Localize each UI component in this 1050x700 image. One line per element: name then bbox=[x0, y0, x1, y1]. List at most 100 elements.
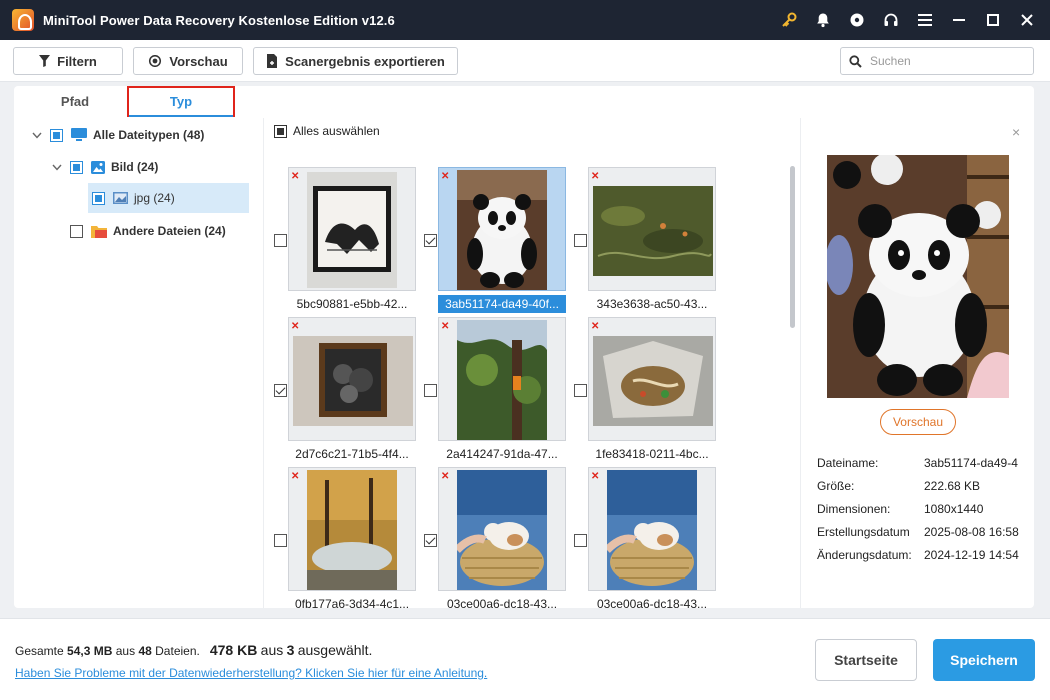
file-checkbox[interactable] bbox=[274, 234, 287, 247]
thumbnail-image bbox=[593, 186, 713, 276]
thumbnail[interactable]: ✕ bbox=[438, 467, 566, 591]
property-row: Dateiname: 3ab51174-da49-4 bbox=[817, 456, 1032, 472]
thumbnail[interactable]: ✕ bbox=[588, 167, 716, 291]
property-value: 3ab51174-da49-4 bbox=[924, 456, 1018, 470]
file-name: 3ab51174-da49-40f... bbox=[438, 295, 566, 313]
select-all-checkbox[interactable] bbox=[274, 124, 287, 138]
tree-item-label: Andere Dateien (24) bbox=[113, 224, 226, 238]
file-tile[interactable]: ✕ 0fb177a6-3d34-4c1... bbox=[274, 467, 424, 617]
preview-button[interactable]: Vorschau bbox=[133, 47, 243, 75]
disc-icon[interactable] bbox=[840, 0, 874, 40]
tab-path[interactable]: Pfad bbox=[34, 86, 116, 118]
close-preview-icon[interactable]: × bbox=[1012, 124, 1020, 140]
app-title: MiniTool Power Data Recovery Kostenlose … bbox=[43, 12, 395, 28]
tree-item-images[interactable]: Bild (24) bbox=[50, 152, 158, 182]
summary-text: Gesamte bbox=[15, 644, 64, 658]
thumbnail[interactable]: ✕ bbox=[288, 467, 416, 591]
key-icon[interactable] bbox=[772, 0, 806, 40]
file-checkbox[interactable] bbox=[574, 234, 587, 247]
tab-type[interactable]: Typ bbox=[127, 86, 235, 117]
eye-icon bbox=[149, 55, 162, 67]
checkbox[interactable] bbox=[92, 191, 105, 205]
file-checkbox[interactable] bbox=[274, 534, 287, 547]
file-checkbox[interactable] bbox=[574, 384, 587, 397]
property-key: Dimensionen: bbox=[817, 502, 891, 516]
select-all[interactable]: Alles auswählen bbox=[274, 124, 380, 138]
search-box[interactable] bbox=[840, 47, 1034, 75]
checkbox[interactable] bbox=[50, 128, 63, 142]
search-input[interactable] bbox=[870, 54, 1020, 68]
chevron-down-icon[interactable] bbox=[30, 132, 44, 139]
menu-icon[interactable] bbox=[908, 0, 942, 40]
file-checkbox[interactable] bbox=[424, 384, 437, 397]
title-bar: MiniTool Power Data Recovery Kostenlose … bbox=[0, 0, 1050, 40]
property-key: Änderungsdatum: bbox=[817, 548, 912, 562]
headset-icon[interactable] bbox=[874, 0, 908, 40]
total-count: 48 bbox=[138, 644, 152, 658]
file-tile[interactable]: ✕ 03ce00a6-dc18-43... bbox=[424, 467, 574, 617]
deleted-mark-icon: ✕ bbox=[291, 321, 300, 332]
thumbnail[interactable]: ✕ bbox=[588, 467, 716, 591]
thumbnail-image bbox=[593, 336, 713, 426]
thumbnail[interactable]: ✕ bbox=[588, 317, 716, 441]
view-tabs: Pfad Typ bbox=[14, 86, 264, 118]
property-value: 222.68 KB bbox=[924, 479, 981, 493]
property-key: Erstellungsdatum bbox=[817, 525, 910, 539]
thumbnail-image bbox=[457, 170, 547, 290]
file-tile[interactable]: ✕ 2a414247-91da-47... bbox=[424, 317, 574, 467]
preview-open-button[interactable]: Vorschau bbox=[880, 409, 956, 435]
file-checkbox[interactable] bbox=[424, 234, 437, 247]
save-button[interactable]: Speichern bbox=[933, 639, 1035, 681]
total-size: 54,3 MB bbox=[67, 644, 113, 658]
deleted-mark-icon: ✕ bbox=[591, 321, 600, 332]
preview-label: Vorschau bbox=[169, 53, 228, 69]
file-name: 2d7c6c21-71b5-4f4... bbox=[295, 447, 409, 461]
close-icon[interactable] bbox=[1010, 0, 1044, 40]
file-tile[interactable]: ✕ 343e3638-ac50-43... bbox=[574, 167, 724, 317]
folder-icon bbox=[91, 225, 107, 238]
property-row: Erstellungsdatum 2025-08-08 16:58 bbox=[817, 525, 1032, 541]
select-all-label: Alles auswählen bbox=[293, 124, 380, 138]
thumbnail[interactable]: ✕ bbox=[288, 167, 416, 291]
file-tile[interactable]: ✕ 5bc90881-e5bb-42... bbox=[274, 167, 424, 317]
tree-item-label: Bild (24) bbox=[111, 160, 159, 174]
thumbnail[interactable]: ✕ bbox=[438, 317, 566, 441]
search-icon bbox=[849, 54, 862, 68]
help-link[interactable]: Haben Sie Probleme mit der Datenwiederhe… bbox=[15, 666, 487, 680]
tree-item-all-types[interactable]: Alle Dateitypen (48) bbox=[30, 120, 204, 150]
property-key: Dateiname: bbox=[817, 456, 879, 470]
file-name: 2a414247-91da-47... bbox=[446, 447, 558, 461]
file-tile[interactable]: ✕ 2d7c6c21-71b5-4f4... bbox=[274, 317, 424, 467]
thumbnail[interactable]: ✕ bbox=[438, 167, 566, 291]
file-checkbox[interactable] bbox=[274, 384, 287, 397]
chevron-down-icon[interactable] bbox=[50, 164, 64, 171]
summary-text: aus bbox=[115, 644, 136, 658]
tree-item-other-files[interactable]: Andere Dateien (24) bbox=[70, 216, 226, 246]
minimize-icon[interactable] bbox=[942, 0, 976, 40]
tree-item-jpg[interactable]: jpg (24) bbox=[88, 183, 249, 213]
file-checkbox[interactable] bbox=[574, 534, 587, 547]
tree-item-label: Alle Dateitypen (48) bbox=[93, 128, 205, 142]
filter-icon bbox=[39, 55, 51, 67]
deleted-mark-icon: ✕ bbox=[291, 171, 300, 182]
filter-button[interactable]: Filtern bbox=[13, 47, 123, 75]
thumbnail-image bbox=[454, 470, 547, 590]
grid-scrollbar[interactable] bbox=[790, 166, 795, 328]
bell-icon[interactable] bbox=[806, 0, 840, 40]
file-name: 03ce00a6-dc18-43... bbox=[596, 597, 708, 611]
checkbox[interactable] bbox=[70, 224, 83, 238]
file-tile[interactable]: ✕ 1fe83418-0211-4bc... bbox=[574, 317, 724, 467]
file-checkbox[interactable] bbox=[424, 534, 437, 547]
checkbox[interactable] bbox=[70, 160, 83, 174]
thumbnail[interactable]: ✕ bbox=[288, 317, 416, 441]
app-logo bbox=[12, 9, 34, 31]
property-value: 2025-08-08 16:58 bbox=[924, 525, 1019, 539]
file-tile[interactable]: ✕ 3ab51174-da49-40f... bbox=[424, 167, 574, 317]
home-button[interactable]: Startseite bbox=[815, 639, 917, 681]
file-tile[interactable]: ✕ 03ce00a6-dc18-43... bbox=[574, 467, 724, 617]
property-value: 2024-12-19 14:54 bbox=[924, 548, 1019, 562]
deleted-mark-icon: ✕ bbox=[591, 471, 600, 482]
maximize-icon[interactable] bbox=[976, 0, 1010, 40]
export-button[interactable]: Scanergebnis exportieren bbox=[253, 47, 458, 75]
toolbar: Filtern Vorschau Scanergebnis exportiere… bbox=[0, 40, 1050, 82]
